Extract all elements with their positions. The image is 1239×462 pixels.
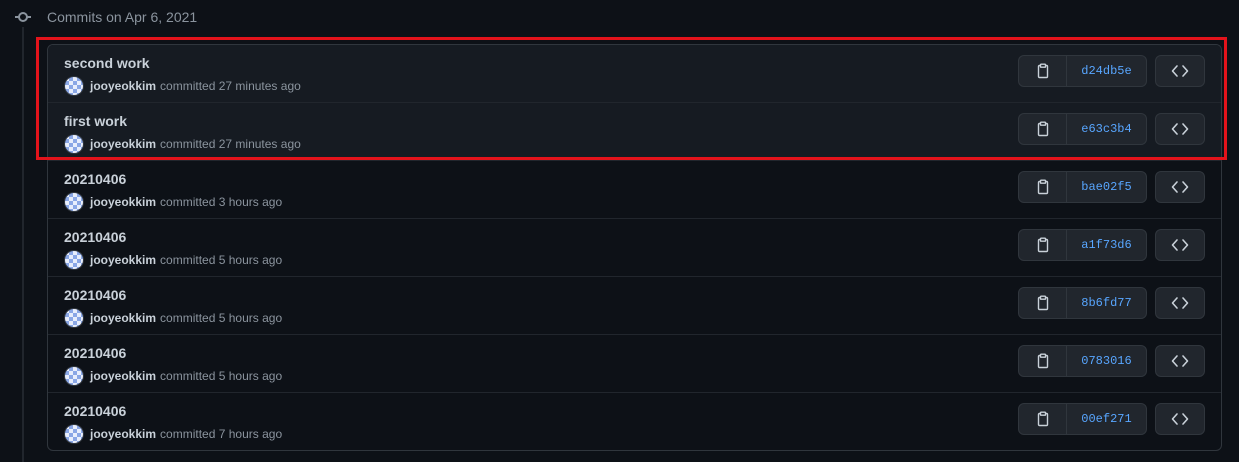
code-icon [1171,297,1189,309]
copy-sha-button[interactable] [1019,172,1067,202]
commit-sha-link[interactable]: 8b6fd77 [1067,288,1146,318]
avatar[interactable] [64,424,84,444]
browse-repo-button[interactable] [1155,113,1205,145]
browse-repo-button[interactable] [1155,171,1205,203]
browse-repo-button[interactable] [1155,55,1205,87]
timeline-header: Commits on Apr 6, 2021 [0,0,197,34]
commit-row: 20210406 jooyeokkim committed 7 hours ag… [48,393,1221,450]
commit-list: second work jooyeokkim committed 27 minu… [47,44,1222,451]
avatar[interactable] [64,250,84,270]
commit-author-link[interactable]: jooyeokkim [90,311,156,325]
commit-title-link[interactable]: first work [64,113,127,129]
commit-meta: jooyeokkim committed 5 hours ago [64,366,282,386]
code-icon [1171,65,1189,77]
commit-time: 5 hours ago [218,369,283,383]
commit-title-link[interactable]: 20210406 [64,345,126,361]
browse-repo-button[interactable] [1155,287,1205,319]
clipboard-icon [1037,63,1048,79]
commit-action-text: committed [160,369,216,383]
commit-title-link[interactable]: second work [64,55,150,71]
browse-repo-button[interactable] [1155,403,1205,435]
commit-sha-button-group: 8b6fd77 [1018,287,1147,319]
commit-time: 3 hours ago [218,195,283,209]
commit-author-link[interactable]: jooyeokkim [90,195,156,209]
commit-sha-button-group: e63c3b4 [1018,113,1147,145]
copy-sha-button[interactable] [1019,230,1067,260]
commit-sha-button-group: 00ef271 [1018,403,1147,435]
commit-history-page: Commits on Apr 6, 2021 second work jooye… [0,0,1239,462]
commit-action-text: committed [160,79,216,93]
commit-action-text: committed [160,137,216,151]
commit-sha-link[interactable]: a1f73d6 [1067,230,1146,260]
copy-sha-button[interactable] [1019,288,1067,318]
commit-sha-link[interactable]: bae02f5 [1067,172,1146,202]
code-icon [1171,181,1189,193]
avatar[interactable] [64,308,84,328]
commit-meta: jooyeokkim committed 3 hours ago [64,192,282,212]
copy-sha-button[interactable] [1019,404,1067,434]
commit-action-text: committed [160,311,216,325]
clipboard-icon [1037,411,1048,427]
commit-row: second work jooyeokkim committed 27 minu… [48,45,1221,103]
commit-time: 7 hours ago [218,427,283,441]
commit-row: 20210406 jooyeokkim committed 5 hours ag… [48,277,1221,335]
commit-sha-button-group: d24db5e [1018,55,1147,87]
clipboard-icon [1037,353,1048,369]
commit-meta: jooyeokkim committed 5 hours ago [64,308,282,328]
code-icon [1171,413,1189,425]
commit-author-link[interactable]: jooyeokkim [90,79,156,93]
commit-author-link[interactable]: jooyeokkim [90,137,156,151]
commit-time: 5 hours ago [218,253,283,267]
commit-title-link[interactable]: 20210406 [64,229,126,245]
clipboard-icon [1037,295,1048,311]
commit-sha-button-group: bae02f5 [1018,171,1147,203]
commit-author-link[interactable]: jooyeokkim [90,427,156,441]
commit-time: 27 minutes ago [218,79,301,93]
commit-date-heading: Commits on Apr 6, 2021 [47,9,198,25]
avatar[interactable] [64,76,84,96]
commit-author-link[interactable]: jooyeokkim [90,369,156,383]
copy-sha-button[interactable] [1019,114,1067,144]
commit-sha-button-group: 0783016 [1018,345,1147,377]
commit-row: 20210406 jooyeokkim committed 5 hours ag… [48,335,1221,393]
commit-sha-link[interactable]: e63c3b4 [1067,114,1146,144]
commit-sha-button-group: a1f73d6 [1018,229,1147,261]
commit-row: 20210406 jooyeokkim committed 5 hours ag… [48,219,1221,277]
clipboard-icon [1037,121,1048,137]
copy-sha-button[interactable] [1019,346,1067,376]
commit-time: 27 minutes ago [218,137,301,151]
commit-row: 20210406 jooyeokkim committed 3 hours ag… [48,161,1221,219]
commit-title-link[interactable]: 20210406 [64,171,126,187]
avatar[interactable] [64,366,84,386]
commit-action-text: committed [160,253,216,267]
avatar[interactable] [64,192,84,212]
commit-sha-link[interactable]: 00ef271 [1067,404,1146,434]
commit-meta: jooyeokkim committed 27 minutes ago [64,76,301,96]
commit-action-text: committed [160,195,216,209]
code-icon [1171,355,1189,367]
git-commit-icon [15,9,31,25]
commit-meta: jooyeokkim committed 7 hours ago [64,424,282,444]
copy-sha-button[interactable] [1019,56,1067,86]
code-icon [1171,239,1189,251]
avatar[interactable] [64,134,84,154]
code-icon [1171,123,1189,135]
commit-time: 5 hours ago [218,311,283,325]
commit-sha-link[interactable]: d24db5e [1067,56,1146,86]
commit-action-text: committed [160,427,216,441]
browse-repo-button[interactable] [1155,345,1205,377]
commit-sha-link[interactable]: 0783016 [1067,346,1146,376]
commit-author-link[interactable]: jooyeokkim [90,253,156,267]
clipboard-icon [1037,237,1048,253]
commit-row: first work jooyeokkim committed 27 minut… [48,103,1221,161]
commit-meta: jooyeokkim committed 27 minutes ago [64,134,301,154]
browse-repo-button[interactable] [1155,229,1205,261]
commit-meta: jooyeokkim committed 5 hours ago [64,250,282,270]
timeline-line [22,27,24,462]
commit-title-link[interactable]: 20210406 [64,403,126,419]
commit-title-link[interactable]: 20210406 [64,287,126,303]
clipboard-icon [1037,179,1048,195]
